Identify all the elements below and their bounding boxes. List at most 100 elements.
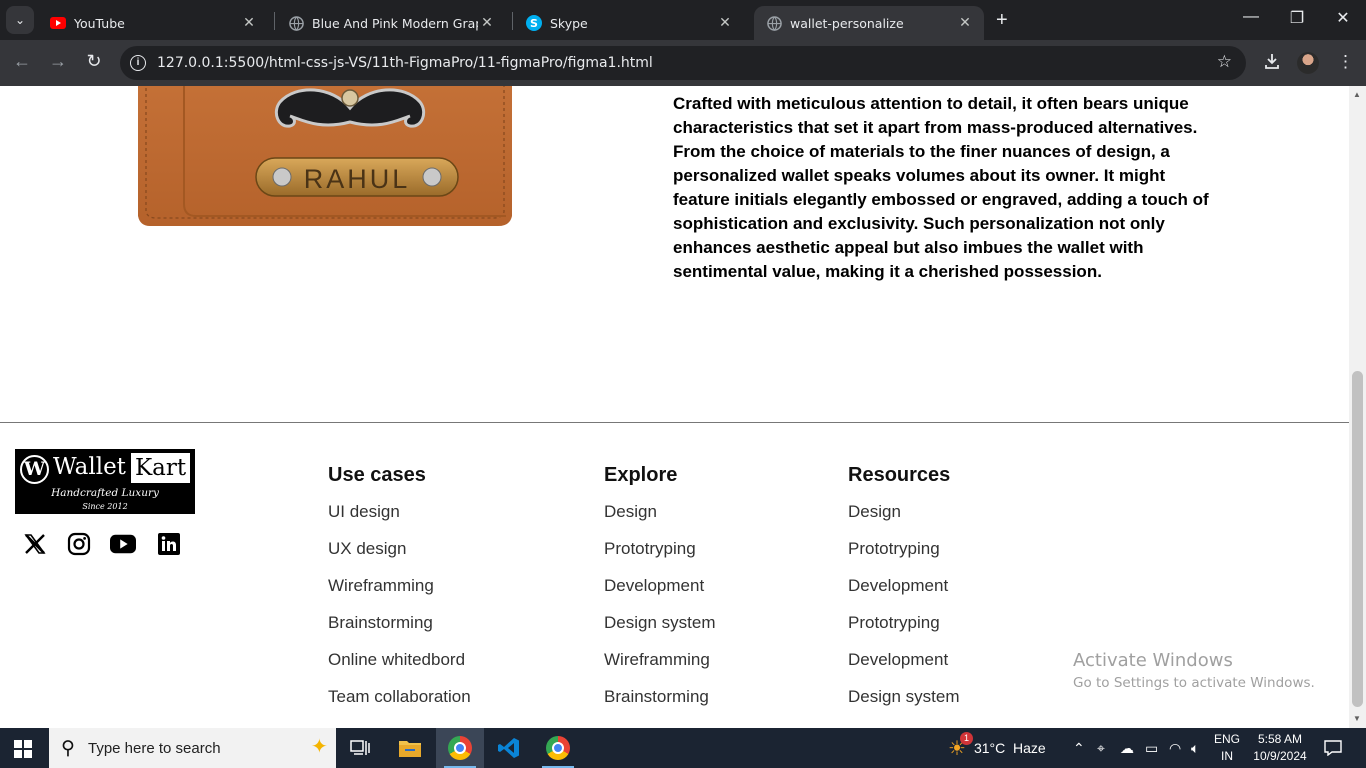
scroll-down-icon[interactable]: ▼ (1353, 714, 1361, 723)
instagram-icon[interactable] (66, 532, 92, 556)
search-icon: ⚲ (61, 738, 75, 759)
footer-column-explore: Explore Design Prototryping Development … (604, 464, 715, 724)
x-icon[interactable] (22, 532, 48, 556)
footer-link[interactable]: Team collaboration (328, 687, 471, 724)
globe-icon (288, 15, 304, 31)
footer-link[interactable]: Design system (848, 687, 959, 724)
logo-tagline: Handcrafted Luxury (51, 487, 159, 499)
tab-youtube[interactable]: YouTube ✕ (38, 6, 268, 40)
close-icon[interactable]: ✕ (478, 15, 496, 31)
footer-link[interactable]: Wireframming (604, 650, 715, 687)
page-viewport: RAHUL Crafted with meticulous attention … (0, 86, 1349, 728)
footer-link[interactable]: Design system (604, 613, 715, 650)
tab-blue-pink[interactable]: Blue And Pink Modern Graphic ✕ (276, 6, 506, 40)
url-text[interactable]: 127.0.0.1:5500/html-css-js-VS/11th-Figma… (157, 55, 653, 71)
logo-word-kart: Kart (131, 453, 191, 483)
windows-taskbar: ⚲ Type here to search ✦ ☀ 1 31°C Haze ⌃ … (0, 728, 1366, 768)
tab-title: YouTube (74, 15, 125, 31)
footer-link[interactable]: Development (848, 576, 959, 613)
chrome-icon (448, 736, 472, 760)
footer-link[interactable]: Design (848, 502, 959, 539)
taskbar-search[interactable]: ⚲ Type here to search ✦ (49, 728, 336, 768)
browser-toolbar: ← → ↻ i 127.0.0.1:5500/html-css-js-VS/11… (0, 40, 1366, 86)
chrome-icon (546, 736, 570, 760)
youtube-icon[interactable] (110, 532, 136, 556)
wallet-image: RAHUL (136, 86, 514, 228)
footer-link[interactable]: Online whitedbord (328, 650, 471, 687)
scroll-up-icon[interactable]: ▲ (1353, 90, 1361, 99)
reload-icon[interactable]: ↻ (82, 51, 106, 72)
bookmark-star-icon[interactable]: ☆ (1217, 52, 1232, 72)
weather-text: 31°C Haze (973, 740, 1046, 756)
sparkle-icon: ✦ (311, 736, 328, 758)
tab-skype[interactable]: S Skype ✕ (514, 6, 744, 40)
system-clock[interactable]: 5:58 AM 10/9/2024 (1248, 731, 1312, 765)
battery-icon[interactable]: ▭ (1145, 728, 1158, 768)
forward-icon[interactable]: → (46, 51, 70, 72)
logo-since: Since 2012 (82, 502, 128, 511)
footer-column-use-cases: Use cases UI design UX design Wireframmi… (328, 464, 471, 724)
logo-word-wallet: Wallet (53, 454, 126, 480)
footer-link[interactable]: UX design (328, 539, 471, 576)
footer-link[interactable]: Wireframming (328, 576, 471, 613)
watermark-title: Activate Windows (1073, 650, 1233, 671)
watermark-subtitle: Go to Settings to activate Windows. (1073, 675, 1315, 691)
footer-link[interactable]: Development (604, 576, 715, 613)
back-icon[interactable]: ← (10, 51, 34, 72)
globe-icon (766, 15, 782, 31)
onedrive-cloud-icon[interactable]: ☁ (1120, 728, 1134, 768)
tab-search-button[interactable]: ⌄ (6, 6, 34, 34)
chrome-taskbar-2[interactable] (534, 728, 582, 768)
volume-icon[interactable]: 🔈︎ (1191, 728, 1199, 768)
meet-now-icon[interactable]: ⌖ (1097, 728, 1105, 768)
tray-chevron-icon[interactable]: ⌃ (1073, 728, 1085, 768)
svg-text:S: S (530, 17, 538, 30)
linkedin-icon[interactable] (156, 532, 182, 556)
footer-link[interactable]: Brainstorming (604, 687, 715, 724)
profile-avatar[interactable] (1297, 52, 1319, 74)
region-code: IN (1221, 749, 1233, 763)
footer-link[interactable]: Prototryping (604, 539, 715, 576)
windows-start-icon[interactable] (14, 740, 32, 758)
chrome-taskbar-active[interactable] (436, 728, 484, 768)
task-view-icon[interactable] (336, 728, 384, 768)
tab-title: Blue And Pink Modern Graphic (312, 15, 478, 31)
page-scrollbar[interactable]: ▲ ▼ (1349, 86, 1366, 728)
file-explorer-icon[interactable] (386, 728, 434, 768)
menu-kebab-icon[interactable]: ⋮ (1337, 52, 1354, 72)
close-icon[interactable]: ✕ (240, 15, 258, 31)
weather-widget[interactable]: ☀ 1 31°C Haze (948, 728, 1046, 768)
footer-link[interactable]: Brainstorming (328, 613, 471, 650)
weather-icon: ☀ 1 (948, 731, 973, 761)
download-icon[interactable] (1263, 52, 1281, 75)
footer-link[interactable]: Design (604, 502, 715, 539)
footer-link[interactable]: Prototryping (848, 539, 959, 576)
site-info-icon[interactable]: i (130, 55, 146, 71)
vscode-icon[interactable] (485, 728, 533, 768)
walletkart-logo[interactable]: W Wallet Kart Handcrafted Luxury Since 2… (15, 449, 195, 514)
tab-strip: ⌄ YouTube ✕ Blue And Pink Modern Graphic… (0, 0, 1366, 40)
footer-link[interactable]: Prototryping (848, 613, 959, 650)
address-bar[interactable]: i 127.0.0.1:5500/html-css-js-VS/11th-Fig… (120, 46, 1246, 80)
wallet-name-badge: RAHUL (304, 164, 411, 194)
scrollbar-thumb[interactable] (1352, 371, 1363, 707)
close-window-icon[interactable]: ✕ (1328, 8, 1358, 28)
language-indicator[interactable]: ENG IN (1214, 731, 1240, 765)
weather-badge: 1 (960, 731, 973, 745)
close-icon[interactable]: ✕ (956, 15, 974, 31)
footer-link[interactable]: Development (848, 650, 959, 687)
footer-link[interactable]: UI design (328, 502, 471, 539)
wifi-icon[interactable]: ◠ (1169, 728, 1181, 768)
tab-separator (274, 12, 275, 30)
footer-divider (0, 422, 1349, 423)
column-heading: Explore (604, 464, 678, 486)
column-heading: Use cases (328, 464, 426, 486)
minimize-icon[interactable]: — (1236, 8, 1266, 26)
restore-icon[interactable]: ❐ (1282, 8, 1312, 28)
notifications-icon[interactable] (1324, 728, 1342, 768)
youtube-icon (50, 15, 66, 31)
search-placeholder: Type here to search (88, 740, 221, 757)
tab-wallet-personalize[interactable]: wallet-personalize ✕ (754, 6, 984, 40)
close-icon[interactable]: ✕ (716, 15, 734, 31)
new-tab-button[interactable]: + (996, 9, 1008, 31)
